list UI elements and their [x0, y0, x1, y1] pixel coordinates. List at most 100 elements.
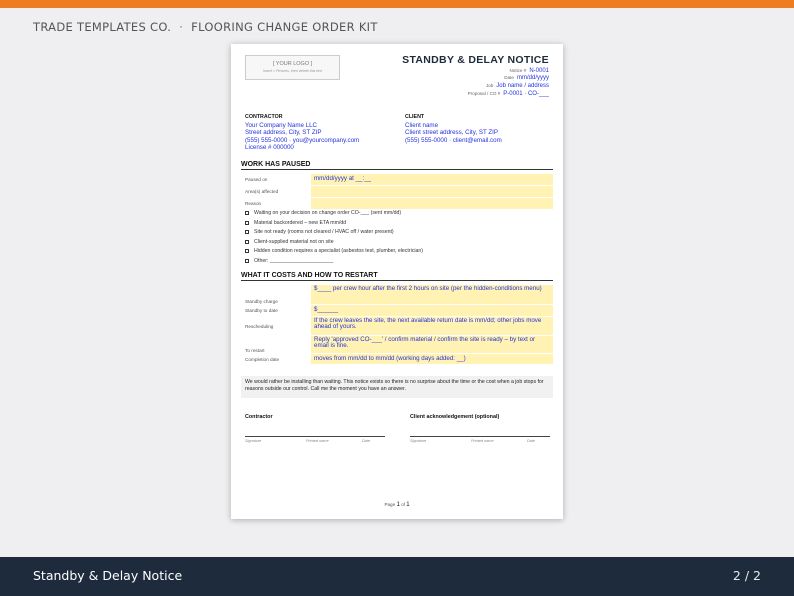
caption-printed-name: Printed name	[306, 439, 329, 443]
meta-date: Date mm/dd/yyyy	[409, 75, 549, 81]
logo-placeholder-text: [ YOUR LOGO ]	[272, 61, 313, 67]
contractor-block: CONTRACTOR Your Company Name LLC Street …	[245, 114, 395, 152]
field-label: Area(s) affected	[245, 189, 279, 194]
footer-page-indicator: 2 / 2	[732, 568, 761, 583]
field-value[interactable]	[311, 186, 553, 197]
field-value[interactable]: $______	[311, 305, 553, 316]
field-label: Paused on	[245, 177, 268, 182]
logo-hint: Insert > Pictures, then delete this text	[262, 69, 323, 73]
meta-value: mm/dd/yyyy	[516, 75, 549, 81]
client-signature-block: Client acknowledgement (optional) Signat…	[410, 414, 550, 443]
logo-placeholder: [ YOUR LOGO ] Insert > Pictures, then de…	[245, 55, 340, 80]
field-value[interactable]: Reply 'approved CO-___' / confirm materi…	[311, 336, 553, 353]
section-work-paused: WORK HAS PAUSED	[241, 161, 553, 170]
reason-text: Waiting on your decision on change order…	[254, 210, 402, 216]
signature-captions: Signature Printed name Date	[245, 439, 385, 443]
reason-checkbox-item[interactable]: Other: ______________________	[245, 258, 545, 264]
signature-line[interactable]	[410, 436, 550, 437]
field-value[interactable]	[311, 198, 553, 209]
contractor-signature-block: Contractor Signature Printed name Date	[245, 414, 385, 443]
checkbox-icon[interactable]	[245, 258, 249, 263]
signature-line[interactable]	[245, 436, 385, 437]
meta-value: Job name / address	[496, 83, 549, 89]
page-of: of	[401, 502, 405, 507]
kit-header: TRADE TEMPLATES CO. · FLOORING CHANGE ORDE…	[33, 20, 378, 34]
client-block: CLIENT Client name Client street address…	[405, 114, 555, 144]
contractor-line: Street address, City, ST ZIP	[245, 129, 322, 137]
page-current: 1	[396, 502, 400, 508]
meta-label: Date	[504, 75, 514, 80]
field-label: Standby to date	[245, 308, 278, 313]
reason-text: Other: ______________________	[254, 257, 334, 264]
client-line: Client street address, City, ST ZIP	[405, 129, 498, 137]
checkbox-icon[interactable]	[245, 239, 249, 244]
field-label: Standby charge	[245, 299, 278, 304]
contractor-line: License # 000000	[245, 144, 294, 152]
field-row: Paused on mm/dd/yyyy at __:__	[241, 174, 553, 185]
kit-name: FLOORING CHANGE ORDER KIT	[191, 20, 378, 34]
reason-text: Site not ready (rooms not cleared / HVAC…	[254, 229, 394, 235]
caption-printed-name: Printed name	[471, 439, 494, 443]
meta-value: N-0001	[529, 68, 549, 74]
meta-notice: Notice # N-0001	[409, 68, 549, 74]
field-row: Standby to date $______	[241, 305, 553, 316]
page-prefix: Page	[384, 502, 396, 507]
footer-title: Standby & Delay Notice	[33, 568, 183, 583]
document-title: STANDBY & DELAY NOTICE	[402, 54, 549, 66]
checkbox-icon[interactable]	[245, 211, 249, 215]
caption-date: Date	[527, 439, 536, 443]
caption-signature: Signature	[410, 439, 427, 443]
reason-checkbox-item[interactable]: Site not ready (rooms not cleared / HVAC…	[245, 229, 545, 235]
field-row: Reason	[241, 198, 553, 209]
meta-label: Job	[485, 83, 494, 88]
reason-checkbox-item[interactable]: Material backordered – new ETA mm/dd	[245, 220, 545, 226]
field-value[interactable]: $____ per crew hour after the first 2 ho…	[311, 285, 553, 304]
page-number: Page 1 of 1	[231, 502, 563, 508]
field-row: Completion date moves from mm/dd to mm/d…	[241, 354, 553, 364]
client-line: Client name	[405, 122, 439, 129]
signature-heading: Contractor	[245, 414, 273, 420]
field-value[interactable]: If the crew leaves the site, the next av…	[311, 317, 553, 335]
brand-name: TRADE TEMPLATES CO.	[33, 20, 172, 34]
meta-proposal: Proposal / CO # P-0001 · CO-___	[409, 91, 549, 97]
field-value[interactable]: moves from mm/dd to mm/dd (working days …	[311, 354, 553, 364]
note-box: We would rather be installing than waiti…	[241, 376, 553, 398]
field-row: Standby charge $____ per crew hour after…	[241, 285, 553, 304]
footer-bar: Standby & Delay Notice 2 / 2	[0, 557, 794, 596]
field-row: Rescheduling If the crew leaves the site…	[241, 317, 553, 335]
page-total: 1	[406, 502, 410, 508]
reason-checkbox-item[interactable]: Hidden condition requires a specialist (…	[245, 248, 545, 254]
reason-checkbox-item[interactable]: Client-supplied material not on site	[245, 239, 545, 245]
contractor-line: Your Company Name LLC	[245, 122, 317, 129]
field-row: Area(s) affected	[241, 186, 553, 197]
field-value[interactable]: mm/dd/yyyy at __:__	[311, 174, 553, 185]
caption-signature: Signature	[245, 439, 262, 443]
signature-heading: Client acknowledgement (optional)	[410, 414, 500, 420]
section-costs-restart: WHAT IT COSTS AND HOW TO RESTART	[241, 272, 553, 281]
signature-captions: Signature Printed name Date	[410, 439, 550, 443]
reason-checkbox-item[interactable]: Waiting on your decision on change order…	[245, 210, 545, 216]
client-heading: CLIENT	[405, 114, 425, 120]
field-row: To restart Reply 'approved CO-___' / con…	[241, 336, 553, 353]
header-separator: ·	[179, 20, 184, 34]
contractor-line: (555) 555-0000 · you@yourcompany.com	[245, 136, 360, 144]
reason-text: Hidden condition requires a specialist (…	[254, 248, 423, 254]
contractor-heading: CONTRACTOR	[245, 114, 283, 120]
field-label: Reason	[245, 201, 262, 206]
reason-text: Material backordered – new ETA mm/dd	[254, 219, 347, 226]
caption-date: Date	[362, 439, 371, 443]
checkbox-icon[interactable]	[245, 220, 249, 225]
meta-value: P-0001 · CO-___	[503, 91, 549, 97]
meta-label: Notice #	[509, 68, 527, 73]
client-line: (555) 555-0000 · client@email.com	[405, 136, 502, 144]
field-label: Rescheduling	[245, 323, 274, 329]
checkbox-icon[interactable]	[245, 230, 249, 234]
field-label: To restart	[245, 348, 265, 353]
reason-text: Client-supplied material not on site	[254, 238, 334, 245]
meta-job: Job Job name / address	[409, 83, 549, 89]
top-accent-bar	[0, 0, 794, 8]
field-label: Completion date	[245, 356, 280, 362]
checkbox-icon[interactable]	[245, 249, 249, 253]
document-page: [ YOUR LOGO ] Insert > Pictures, then de…	[231, 44, 563, 519]
meta-label: Proposal / CO #	[467, 91, 501, 96]
